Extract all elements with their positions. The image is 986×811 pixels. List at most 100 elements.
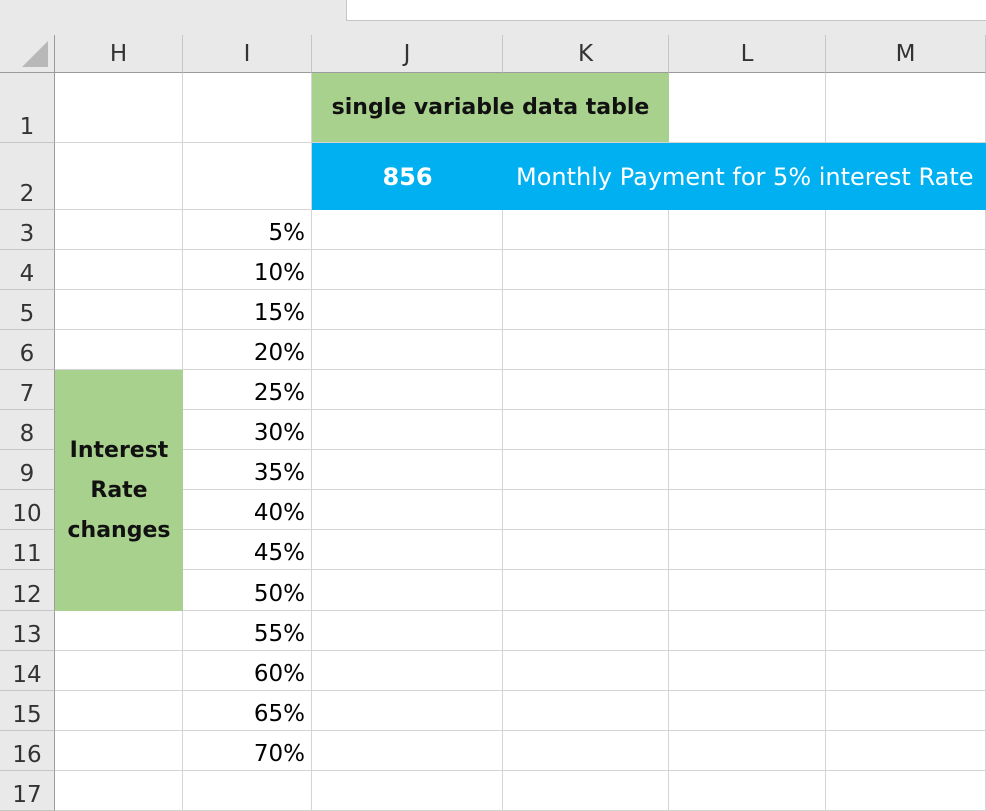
cell-I14[interactable]: 60%	[183, 651, 312, 691]
cell-L14[interactable]	[669, 651, 826, 691]
cell-L11[interactable]	[669, 530, 826, 570]
column-header-H[interactable]: H	[55, 35, 183, 73]
cell-M1[interactable]	[826, 73, 986, 143]
cell-K15[interactable]	[503, 691, 669, 731]
cell-I8[interactable]: 30%	[183, 410, 312, 450]
cell-J10[interactable]	[312, 490, 503, 530]
cell-L15[interactable]	[669, 691, 826, 731]
cell-M14[interactable]	[826, 651, 986, 691]
column-header-L[interactable]: L	[669, 35, 826, 73]
cell-J9[interactable]	[312, 450, 503, 490]
cell-K11[interactable]	[503, 530, 669, 570]
row-header-15[interactable]: 15	[0, 691, 55, 731]
cell-K12[interactable]	[503, 570, 669, 611]
column-header-J[interactable]: J	[312, 35, 503, 73]
cell-I13[interactable]: 55%	[183, 611, 312, 651]
cell-J12[interactable]	[312, 570, 503, 611]
cell-J17[interactable]	[312, 771, 503, 811]
row-header-6[interactable]: 6	[0, 330, 55, 370]
cell-L17[interactable]	[669, 771, 826, 811]
cell-J2-payment-value[interactable]: 856	[312, 143, 503, 210]
cell-J16[interactable]	[312, 731, 503, 771]
cell-K6[interactable]	[503, 330, 669, 370]
select-all-button[interactable]	[0, 35, 55, 73]
cell-M7[interactable]	[826, 370, 986, 410]
cell-M10[interactable]	[826, 490, 986, 530]
cell-H7-merged-label[interactable]: Interest Rate changes	[55, 370, 183, 611]
row-header-14[interactable]: 14	[0, 651, 55, 691]
cell-J11[interactable]	[312, 530, 503, 570]
cell-K2-payment-label[interactable]: Monthly Payment for 5% interest Rate	[516, 143, 986, 210]
cell-H17[interactable]	[55, 771, 183, 811]
cell-J15[interactable]	[312, 691, 503, 731]
cell-K13[interactable]	[503, 611, 669, 651]
row-header-12[interactable]: 12	[0, 570, 55, 611]
cell-H3[interactable]	[55, 210, 183, 250]
cell-J3[interactable]	[312, 210, 503, 250]
cell-I15[interactable]: 65%	[183, 691, 312, 731]
row-header-9[interactable]: 9	[0, 450, 55, 490]
row-header-5[interactable]: 5	[0, 290, 55, 330]
cell-K7[interactable]	[503, 370, 669, 410]
cell-I5[interactable]: 15%	[183, 290, 312, 330]
row-header-2[interactable]: 2	[0, 143, 55, 210]
cell-M3[interactable]	[826, 210, 986, 250]
cell-M4[interactable]	[826, 250, 986, 290]
cell-L6[interactable]	[669, 330, 826, 370]
cell-H4[interactable]	[55, 250, 183, 290]
cell-J7[interactable]	[312, 370, 503, 410]
cell-K4[interactable]	[503, 250, 669, 290]
cell-J6[interactable]	[312, 330, 503, 370]
cell-I7[interactable]: 25%	[183, 370, 312, 410]
cell-J4[interactable]	[312, 250, 503, 290]
row-header-10[interactable]: 10	[0, 490, 55, 530]
cell-L12[interactable]	[669, 570, 826, 611]
column-header-K[interactable]: K	[503, 35, 669, 73]
cell-K10[interactable]	[503, 490, 669, 530]
cell-J8[interactable]	[312, 410, 503, 450]
cell-I2[interactable]	[183, 143, 312, 210]
cell-J5[interactable]	[312, 290, 503, 330]
row-header-3[interactable]: 3	[0, 210, 55, 250]
row-header-4[interactable]: 4	[0, 250, 55, 290]
row-header-17[interactable]: 17	[0, 771, 55, 811]
cell-M8[interactable]	[826, 410, 986, 450]
cell-J13[interactable]	[312, 611, 503, 651]
row-header-8[interactable]: 8	[0, 410, 55, 450]
cell-I12[interactable]: 50%	[183, 570, 312, 611]
row-header-16[interactable]: 16	[0, 731, 55, 771]
cell-L5[interactable]	[669, 290, 826, 330]
cell-L16[interactable]	[669, 731, 826, 771]
cell-J14[interactable]	[312, 651, 503, 691]
cell-K8[interactable]	[503, 410, 669, 450]
cell-I9[interactable]: 35%	[183, 450, 312, 490]
row-header-1[interactable]: 1	[0, 73, 55, 143]
cell-H13[interactable]	[55, 611, 183, 651]
cell-H2[interactable]	[55, 143, 183, 210]
cell-I10[interactable]: 40%	[183, 490, 312, 530]
column-header-M[interactable]: M	[826, 35, 986, 73]
cell-K5[interactable]	[503, 290, 669, 330]
cell-K14[interactable]	[503, 651, 669, 691]
cell-K17[interactable]	[503, 771, 669, 811]
cell-K9[interactable]	[503, 450, 669, 490]
cell-H14[interactable]	[55, 651, 183, 691]
cell-K3[interactable]	[503, 210, 669, 250]
cell-M13[interactable]	[826, 611, 986, 651]
cell-I1[interactable]	[183, 73, 312, 143]
row-header-7[interactable]: 7	[0, 370, 55, 410]
cell-I4[interactable]: 10%	[183, 250, 312, 290]
cell-M5[interactable]	[826, 290, 986, 330]
cell-I3[interactable]: 5%	[183, 210, 312, 250]
cell-L1[interactable]	[669, 73, 826, 143]
cell-M12[interactable]	[826, 570, 986, 611]
cell-J1-title[interactable]: single variable data table	[312, 73, 669, 143]
cell-M6[interactable]	[826, 330, 986, 370]
cell-H5[interactable]	[55, 290, 183, 330]
cell-L4[interactable]	[669, 250, 826, 290]
cell-I6[interactable]: 20%	[183, 330, 312, 370]
cell-H16[interactable]	[55, 731, 183, 771]
cell-H15[interactable]	[55, 691, 183, 731]
cell-M17[interactable]	[826, 771, 986, 811]
column-header-I[interactable]: I	[183, 35, 312, 73]
